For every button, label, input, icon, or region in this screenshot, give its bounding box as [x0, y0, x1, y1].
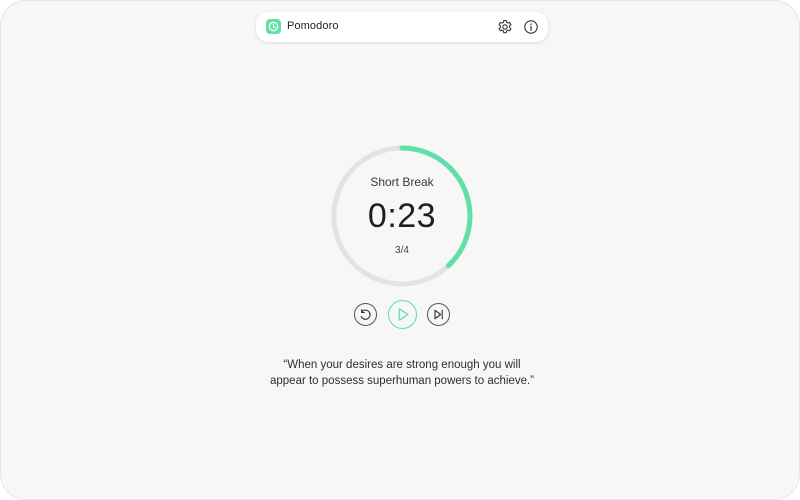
- pomodoro-logo-icon: [266, 19, 281, 34]
- app-window: Pomodoro Short Break 0:23 3/4 “When your…: [0, 0, 800, 500]
- skip-next-icon: [434, 309, 443, 320]
- reset-button[interactable]: [354, 303, 377, 326]
- timer-countdown: 0:23: [367, 197, 437, 235]
- quote-line-1: “When your desires are strong enough you…: [283, 359, 521, 371]
- play-button[interactable]: [388, 300, 417, 329]
- reset-icon: [360, 309, 371, 320]
- gear-icon[interactable]: [497, 19, 513, 35]
- app-title: Pomodoro: [287, 20, 339, 32]
- session-counter: 3/4: [395, 245, 409, 256]
- quote-line-2: appear to possess superhuman powers to a…: [269, 375, 534, 387]
- play-icon: [398, 308, 409, 321]
- timer-mode-label: Short Break: [370, 175, 434, 189]
- motivational-quote: “When your desires are strong enough you…: [201, 357, 603, 389]
- title-bar: Pomodoro: [256, 12, 548, 42]
- skip-button[interactable]: [427, 303, 450, 326]
- info-icon[interactable]: [523, 19, 539, 35]
